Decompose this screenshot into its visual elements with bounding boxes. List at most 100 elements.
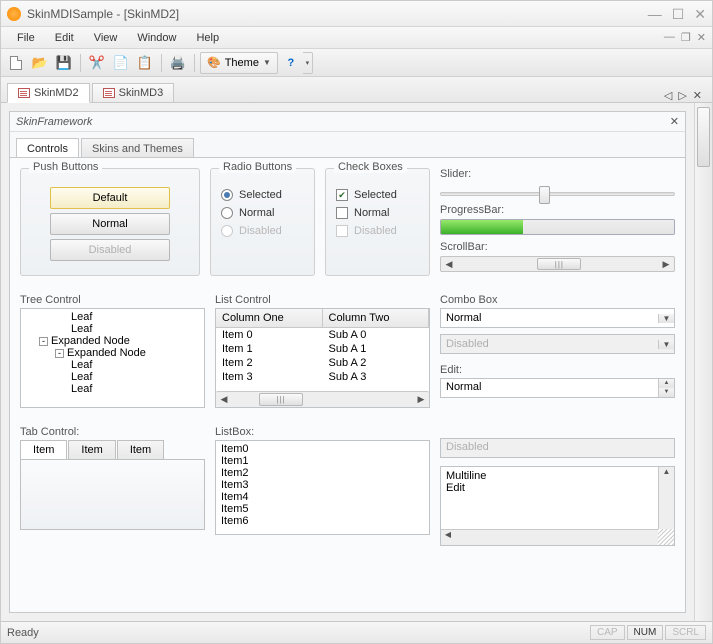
tree-node[interactable]: Leaf [23,323,202,335]
listbox[interactable]: Item0Item1Item2Item3Item4Item5Item6 [215,440,430,535]
theme-label: Theme [225,57,259,69]
new-button[interactable] [5,52,27,74]
listbox-item[interactable]: Item4 [218,491,427,503]
mdi-minimize-button[interactable]: — [664,31,675,44]
menu-file[interactable]: File [7,32,45,44]
client-vscroll[interactable] [694,103,712,621]
print-button[interactable]: 🖨️ [167,52,189,74]
panel-close-button[interactable]: ✕ [670,115,679,128]
tabnav-next[interactable]: ▷ [678,89,686,102]
status-scrl: SCRL [665,625,706,640]
resize-grip[interactable] [658,529,674,545]
tabctrl-tab-2[interactable]: Item [68,440,115,459]
menu-view[interactable]: View [84,32,128,44]
minimize-button[interactable]: — [648,7,662,21]
listbox-item[interactable]: Item2 [218,467,427,479]
toolbar-overflow[interactable]: ▾ [303,52,313,74]
combo-label: Combo Box [440,294,675,306]
tree-node[interactable]: -Expanded Node [23,335,202,347]
progressbar-label: ProgressBar: [440,204,675,216]
checkbox-normal[interactable] [336,207,348,219]
list-scroll-left[interactable]: ◀ [216,394,232,405]
tree-control[interactable]: LeafLeaf-Expanded Node-Expanded NodeLeaf… [20,308,205,408]
list-row[interactable]: Item 2Sub A 2 [216,356,429,370]
checkbox-selected[interactable]: ✔ [336,189,348,201]
multi-scroll-left[interactable]: ◀ [441,530,455,545]
group-radio-buttons: Radio Buttons [219,161,296,173]
client-vscroll-thumb[interactable] [697,107,710,167]
mdi-tab-skinmd3[interactable]: SkinMD3 [92,83,175,102]
list-row[interactable]: Item 0Sub A 0 [216,328,429,342]
scrollbar-thumb[interactable]: ||| [537,258,581,270]
listbox-item[interactable]: Item5 [218,503,427,515]
combobox[interactable]: Normal▼ [440,308,675,328]
open-button[interactable]: 📂 [29,52,51,74]
slider-track[interactable] [440,192,675,196]
tree-node[interactable]: Leaf [23,359,202,371]
tree-expand-icon[interactable]: - [55,349,64,358]
list-row[interactable]: Item 3Sub A 3 [216,370,429,384]
normal-button[interactable]: Normal [50,213,170,235]
list-scroll-thumb[interactable]: ||| [259,393,303,406]
titlebar: SkinMDISample - [SkinMD2] — ☐ ✕ [1,1,712,27]
multiline-edit[interactable]: Multiline Edit ▲ ◀ [440,466,675,546]
tree-node[interactable]: Leaf [23,371,202,383]
slider-thumb[interactable] [539,186,550,204]
scrollbar-left-button[interactable]: ◀ [441,259,457,270]
close-button[interactable]: ✕ [694,7,706,21]
client-area: SkinFramework ✕ Controls Skins and Theme… [1,103,712,621]
mdi-restore-button[interactable]: ❐ [681,31,691,44]
panel-tabstrip: Controls Skins and Themes [10,132,685,158]
menu-help[interactable]: Help [186,32,229,44]
spin-down[interactable]: ▼ [659,388,674,397]
tree-label: Tree Control [20,294,205,306]
cut-button[interactable]: ✂️ [86,52,108,74]
tab-skins-themes[interactable]: Skins and Themes [81,138,194,157]
tabctrl-tab-1[interactable]: Item [20,440,67,459]
maximize-button[interactable]: ☐ [672,7,685,21]
slider-label: Slider: [440,168,675,180]
tabnav-close[interactable]: ✕ [693,89,702,102]
menubar: File Edit View Window Help — ❐ ✕ [1,27,712,49]
list-col-2[interactable]: Column Two [323,309,430,327]
tree-node[interactable]: -Expanded Node [23,347,202,359]
edit-label: Edit: [440,364,675,376]
listbox-item[interactable]: Item0 [218,443,427,455]
list-scroll-right[interactable]: ▶ [413,394,429,405]
menu-window[interactable]: Window [127,32,186,44]
mdi-close-button[interactable]: ✕ [697,31,706,44]
mdi-tab-skinmd2[interactable]: SkinMD2 [7,83,90,103]
combo-button[interactable]: ▼ [658,314,674,323]
copy-button[interactable]: 📄 [110,52,132,74]
list-control[interactable]: Column One Column Two Item 0Sub A 0Item … [215,308,430,408]
tree-node[interactable]: Leaf [23,311,202,323]
tabnav-prev[interactable]: ◁ [664,89,672,102]
panel-title-label: SkinFramework [16,116,92,128]
spin-up[interactable]: ▲ [659,379,674,388]
list-col-1[interactable]: Column One [216,309,323,327]
edit-disabled: Disabled [440,438,675,458]
group-check-boxes: Check Boxes [334,161,407,173]
tree-node[interactable]: Leaf [23,383,202,395]
tabctrl-tab-3[interactable]: Item [117,440,164,459]
listbox-item[interactable]: Item3 [218,479,427,491]
chevron-down-icon: ▼ [263,58,271,67]
save-button[interactable]: 💾 [53,52,75,74]
radio-normal[interactable] [221,207,233,219]
scrollbar[interactable]: ◀ ||| ▶ [440,256,675,272]
menu-edit[interactable]: Edit [45,32,84,44]
list-row[interactable]: Item 1Sub A 1 [216,342,429,356]
multi-scroll-up[interactable]: ▲ [659,467,674,481]
tree-expand-icon[interactable]: - [39,337,48,346]
paste-button[interactable]: 📋 [134,52,156,74]
theme-dropdown[interactable]: 🎨 Theme ▼ [200,52,278,74]
help-button[interactable]: ? [280,52,302,74]
default-button[interactable]: Default [50,187,170,209]
tab-controls[interactable]: Controls [16,138,79,157]
listbox-item[interactable]: Item1 [218,455,427,467]
document-icon [18,88,30,98]
radio-selected[interactable] [221,189,233,201]
scrollbar-right-button[interactable]: ▶ [658,259,674,270]
edit-spinner[interactable]: Normal▲▼ [440,378,675,398]
listbox-item[interactable]: Item6 [218,515,427,527]
